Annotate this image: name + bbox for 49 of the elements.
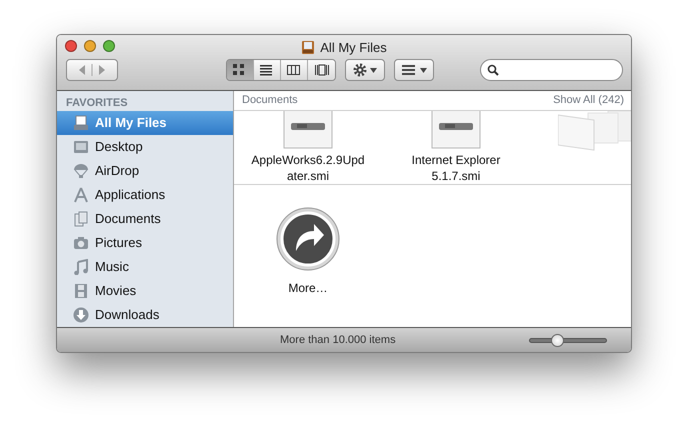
- action-button[interactable]: [345, 59, 385, 81]
- show-all-link[interactable]: Show All (242): [553, 92, 624, 109]
- file-name: AppleWorks6.2.9Upd ater.smi: [250, 152, 366, 184]
- caret-icon: [370, 68, 377, 72]
- film-strip-icon: [73, 283, 89, 299]
- view-button[interactable]: [227, 60, 254, 80]
- monitor-icon: [73, 139, 89, 155]
- search-field[interactable]: [480, 59, 623, 81]
- disk-image-icon: [431, 111, 481, 149]
- search-icon: [487, 64, 499, 76]
- view-button[interactable]: [308, 60, 335, 80]
- view-button[interactable]: [281, 60, 308, 80]
- file-name: Internet Explorer 5.1.7.smi: [410, 152, 502, 184]
- sidebar-item[interactable]: Applications: [57, 183, 233, 207]
- disk-image-icon: [283, 111, 333, 149]
- gear-icon: [353, 63, 367, 77]
- icon-view-icon: [233, 64, 247, 76]
- sidebar-item[interactable]: Pictures: [57, 231, 233, 255]
- sidebar-item[interactable]: Downloads: [57, 303, 233, 327]
- back-forward-button[interactable]: [66, 59, 118, 81]
- grid-icon: [402, 65, 414, 75]
- letter-a-icon: [73, 187, 89, 203]
- zoom-button[interactable]: [103, 40, 115, 52]
- section-title: Documents: [242, 93, 298, 108]
- view-button[interactable]: [254, 60, 281, 80]
- sidebar-item[interactable]: Documents: [57, 207, 233, 231]
- document-icon: [73, 211, 89, 227]
- status-text: More than 10.000 items: [280, 332, 396, 348]
- columns-view-icon: [287, 64, 301, 76]
- caret-icon: [420, 68, 426, 72]
- slider-thumb[interactable]: [550, 334, 564, 346]
- sidebar-item[interactable]: Music: [57, 255, 233, 279]
- music-note-icon: [73, 259, 89, 275]
- arrange-button[interactable]: [394, 59, 434, 81]
- coverflow-view-icon: [314, 64, 328, 76]
- sidebar-item[interactable]: Movies: [57, 279, 233, 303]
- download-icon: [73, 307, 89, 323]
- list-view-icon: [260, 64, 274, 76]
- minimize-button[interactable]: [84, 40, 96, 52]
- file-name: More…: [288, 280, 328, 297]
- sidebar-heading: FAVORITES: [65, 96, 129, 111]
- close-button[interactable]: [65, 40, 77, 52]
- window-title: All My Files: [320, 39, 387, 57]
- sidebar-item[interactable]: Desktop: [57, 135, 233, 159]
- drawer-icon: [73, 115, 89, 131]
- drawer-icon: [301, 40, 316, 56]
- parachute-icon: [73, 163, 89, 179]
- camera-icon: [73, 235, 89, 251]
- sidebar-item[interactable]: AirDrop: [57, 159, 233, 183]
